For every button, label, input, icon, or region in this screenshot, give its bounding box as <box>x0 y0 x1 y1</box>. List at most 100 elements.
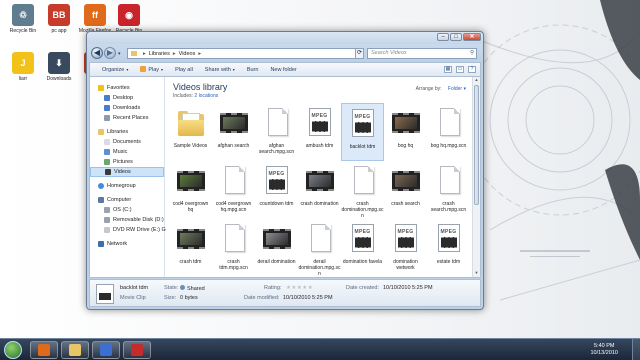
file-item[interactable]: MPEG estate tdm <box>427 219 470 277</box>
mpeg-file-icon: MPEG <box>348 224 378 256</box>
file-item[interactable]: afghan search <box>212 103 255 161</box>
nav-homegroup[interactable]: Homegroup <box>90 181 164 191</box>
file-name: crash tdm <box>179 259 202 265</box>
nav-downloads[interactable]: Downloads <box>90 103 164 113</box>
vertical-scrollbar[interactable]: ▲ ▼ <box>472 77 480 277</box>
file-item[interactable]: crash domination <box>298 161 341 219</box>
organize-menu[interactable]: Organize ▾ <box>96 67 134 73</box>
share-with-menu[interactable]: Share with ▾ <box>199 67 241 73</box>
file-name: bog hq.mpg.scn <box>430 143 467 149</box>
file-item[interactable]: derail domination <box>255 219 298 277</box>
file-item[interactable]: bog hq.mpg.scn <box>427 103 470 161</box>
breadcrumb-separator-icon[interactable]: ▸ <box>143 51 146 57</box>
nav-desktop[interactable]: Desktop <box>90 93 164 103</box>
chevron-down-icon: ▾ <box>126 66 129 72</box>
start-button[interactable] <box>4 341 22 359</box>
file-item[interactable]: Sample Videos <box>169 103 212 161</box>
desktop-icon[interactable]: ⬇ Downloads <box>40 52 78 82</box>
file-item[interactable]: MPEG countdown tdm <box>255 161 298 219</box>
desktop-icon <box>104 95 110 101</box>
help-icon[interactable]: ? <box>468 66 476 73</box>
file-item[interactable]: crash search <box>384 161 427 219</box>
taskbar-app-button[interactable] <box>123 341 151 359</box>
app-icon <box>131 344 143 356</box>
file-item[interactable]: crash tdm.mpg.scn <box>212 219 255 277</box>
nav-computer[interactable]: Computer <box>90 195 164 205</box>
change-view-icon[interactable]: ▦ <box>444 66 452 73</box>
scroll-down-icon[interactable]: ▼ <box>473 270 480 277</box>
refresh-icon[interactable]: ⟳ <box>355 48 364 59</box>
explorer-window[interactable]: – □ ✕ ◀ ▶ ▾ ▸ Libraries ▸ Videos ▸ ⟳ Sea… <box>86 31 484 310</box>
video-thumbnail-icon <box>176 166 206 198</box>
file-item[interactable]: MPEG backlot tdm <box>341 103 384 161</box>
file-item[interactable]: derail domination.mpg.scn <box>298 219 341 277</box>
play-all-button[interactable]: Play all <box>169 67 199 73</box>
chevron-down-icon: ▾ <box>463 86 466 92</box>
forward-button[interactable]: ▶ <box>104 47 116 59</box>
file-item[interactable]: cod4 overgrown hq <box>169 161 212 219</box>
file-item[interactable]: cod4 overgrown hq.mpg.scn <box>212 161 255 219</box>
nav-libraries[interactable]: Libraries <box>90 127 164 137</box>
arrange-by-dropdown[interactable]: Folder ▾ <box>448 86 466 92</box>
window-titlebar[interactable]: – □ ✕ <box>87 32 483 44</box>
clock[interactable]: 5:40 PM 10/13/2010 <box>590 343 618 357</box>
file-item[interactable]: afghan search.mpg.scn <box>255 103 298 161</box>
new-folder-button[interactable]: New folder <box>264 67 302 73</box>
desktop-icon[interactable]: ◉Recycle Bin <box>110 4 148 34</box>
taskbar-media-player-button[interactable] <box>92 341 120 359</box>
desktop-icon[interactable]: Jliarr <box>4 52 42 82</box>
desktop-icon[interactable]: ffMozilla Firefox <box>76 4 114 34</box>
nav-removable-disk[interactable]: Removable Disk (D:) <box>90 215 164 225</box>
recent-pages-dropdown[interactable]: ▾ <box>118 51 121 57</box>
search-placeholder: Search Videos <box>371 50 407 56</box>
file-name: ambush tdm <box>305 143 334 149</box>
file-name: crash search.mpg.scn <box>430 201 467 213</box>
search-input[interactable]: Search Videos ⚲ <box>367 48 477 59</box>
burn-button[interactable]: Burn <box>241 67 265 73</box>
file-item[interactable]: crash search.mpg.scn <box>427 161 470 219</box>
file-item[interactable]: crash tdm <box>169 219 212 277</box>
rating-stars[interactable]: ★★★★★ <box>286 285 313 291</box>
address-bar[interactable]: ▸ Libraries ▸ Videos ▸ <box>127 48 357 59</box>
details-created-value: 10/10/2010 5:25 PM <box>383 285 433 291</box>
taskbar-explorer-button[interactable] <box>61 341 89 359</box>
maximize-button[interactable]: □ <box>450 33 462 41</box>
library-locations-link[interactable]: 2 locations <box>194 93 218 99</box>
file-item[interactable]: bog hq <box>384 103 427 161</box>
file-name: crash search <box>391 201 420 207</box>
taskbar-firefox-button[interactable] <box>30 341 58 359</box>
file-item[interactable]: crash domination.mpg.scn <box>341 161 384 219</box>
nav-favorites[interactable]: Favorites <box>90 83 164 93</box>
desktop-icon[interactable]: BB pc app <box>40 4 78 34</box>
nav-dvd-drive[interactable]: DVD RW Drive (E:) G <box>90 225 166 235</box>
breadcrumb-videos[interactable]: Videos <box>179 51 196 57</box>
nav-videos[interactable]: Videos <box>90 167 164 177</box>
nav-network[interactable]: Network <box>90 239 164 249</box>
search-icon[interactable]: ⚲ <box>470 49 474 58</box>
desktop-shortcut-icon: ♲ <box>12 4 34 26</box>
file-item[interactable]: MPEG domination favela <box>341 219 384 277</box>
breadcrumb-separator-icon[interactable]: ▸ <box>173 51 176 57</box>
nav-recent-places[interactable]: Recent Places <box>90 113 164 123</box>
nav-os-drive[interactable]: OS (C:) <box>90 205 164 215</box>
nav-pictures[interactable]: Pictures <box>90 157 164 167</box>
details-modified-label: Date modified: <box>244 295 280 301</box>
close-button[interactable]: ✕ <box>463 33 481 41</box>
desktop-icon[interactable]: ♲ Recycle Bin <box>4 4 42 34</box>
show-desktop-button[interactable] <box>632 339 640 360</box>
nav-music[interactable]: Music <box>90 147 164 157</box>
mpeg-file-icon: MPEG <box>391 224 421 256</box>
scroll-up-icon[interactable]: ▲ <box>473 77 480 84</box>
back-button[interactable]: ◀ <box>91 47 103 59</box>
preview-pane-icon[interactable]: ▭ <box>456 66 464 73</box>
breadcrumb-separator-icon[interactable]: ▸ <box>198 51 201 57</box>
nav-documents[interactable]: Documents <box>90 137 164 147</box>
play-button[interactable]: Play ▾ <box>134 66 169 73</box>
video-thumbnail-icon <box>176 224 206 256</box>
file-item[interactable]: MPEG ambush tdm <box>298 103 341 161</box>
file-item[interactable]: MPEG domination wetwork <box>384 219 427 277</box>
scrollbar-thumb[interactable] <box>474 85 479 205</box>
breadcrumb-libraries[interactable]: Libraries <box>149 51 170 57</box>
details-file-type: Movie Clip <box>120 295 146 301</box>
minimize-button[interactable]: – <box>437 33 449 41</box>
